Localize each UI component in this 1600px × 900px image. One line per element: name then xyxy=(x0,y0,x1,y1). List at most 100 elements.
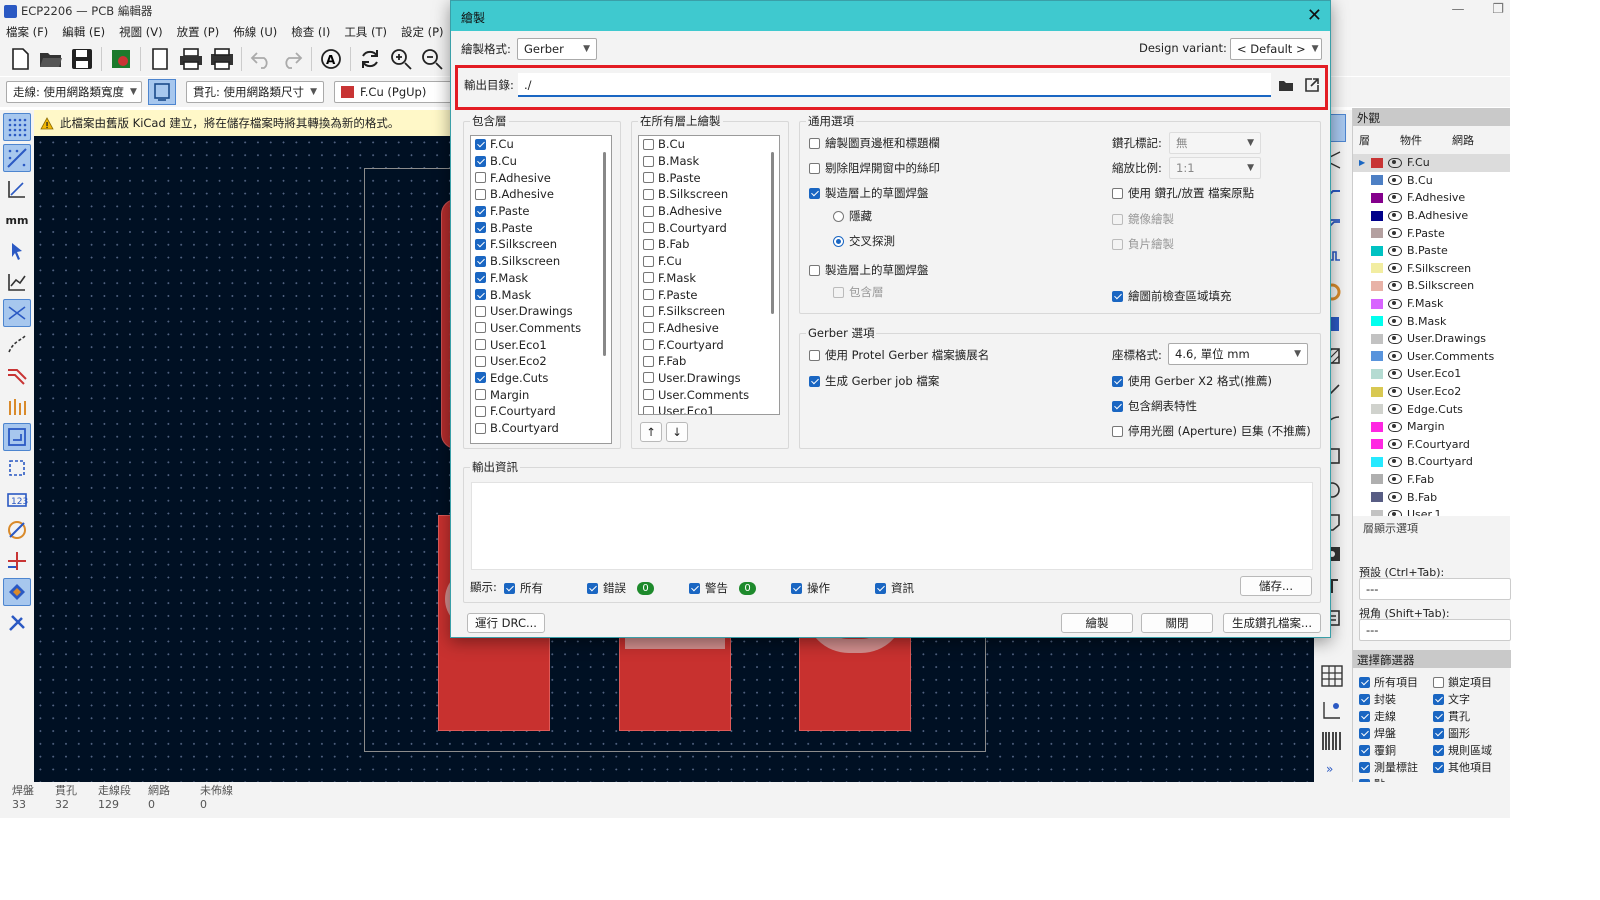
drill-marks-select[interactable]: 無 ▼ xyxy=(1169,132,1261,154)
plot-button[interactable]: 繪製 xyxy=(1061,613,1133,633)
eye-icon[interactable] xyxy=(1388,456,1402,467)
filter-checkbox[interactable] xyxy=(1433,744,1444,756)
gerber-job-option[interactable]: 生成 Gerber job 檔案 xyxy=(809,373,939,389)
layer-list-item[interactable]: B.Courtyard xyxy=(639,219,779,236)
crosshair-icon[interactable] xyxy=(3,547,31,575)
layer-row[interactable]: Margin xyxy=(1353,418,1510,436)
filter-errors-checkbox[interactable] xyxy=(587,582,598,594)
filter-warnings-checkbox[interactable] xyxy=(689,582,700,594)
layer-row[interactable]: B.Adhesive xyxy=(1353,207,1510,225)
drill-origin-option[interactable]: 使用 鑽孔/放置 檔案原點 xyxy=(1112,185,1254,201)
layer-color-swatch[interactable] xyxy=(1371,492,1383,503)
all-layers-scrollbar[interactable] xyxy=(767,136,779,414)
layer-color-swatch[interactable] xyxy=(1371,298,1383,309)
menu-file[interactable]: 檔案 (F) xyxy=(6,24,48,40)
layer-color-swatch[interactable] xyxy=(1371,456,1383,467)
layer-list-item[interactable]: F.Adhesive xyxy=(471,169,611,186)
layer-list-item[interactable]: User.Comments xyxy=(471,320,611,337)
filter-checkbox[interactable] xyxy=(1433,676,1444,688)
eye-icon[interactable] xyxy=(1388,316,1402,327)
filter-option[interactable]: 鎖定項目 xyxy=(1433,674,1507,690)
folder-browse-icon[interactable] xyxy=(1274,73,1298,97)
layer-list-item[interactable]: F.Mask xyxy=(639,270,779,287)
eye-icon[interactable] xyxy=(1388,157,1402,168)
layer-list-item[interactable]: F.Mask xyxy=(471,270,611,287)
layer-list-item[interactable]: User.Drawings xyxy=(471,303,611,320)
layer-checkbox[interactable] xyxy=(643,389,654,401)
crossprobe-radio[interactable] xyxy=(833,235,844,247)
layer-row[interactable]: F.Adhesive xyxy=(1353,189,1510,207)
layer-checkbox[interactable] xyxy=(643,372,654,384)
filter-warnings-option[interactable]: 警告 0 xyxy=(689,580,756,596)
polar-coords-icon[interactable] xyxy=(3,175,31,203)
filter-infos-checkbox[interactable] xyxy=(875,582,886,594)
barcode-icon[interactable] xyxy=(1320,730,1344,752)
include-layers-checkbox[interactable] xyxy=(833,286,844,298)
find-icon[interactable]: A xyxy=(317,45,345,73)
new-board-icon[interactable] xyxy=(6,45,34,73)
layer-row[interactable]: B.Paste xyxy=(1353,242,1510,260)
layer-color-swatch[interactable] xyxy=(1371,404,1383,415)
eye-icon[interactable] xyxy=(1388,474,1402,485)
layer-row[interactable]: User.Comments xyxy=(1353,348,1510,366)
layer-checkbox[interactable] xyxy=(643,205,654,217)
layer-checkbox[interactable] xyxy=(643,322,654,334)
plot-frame-checkbox[interactable] xyxy=(809,137,820,149)
layer-row[interactable]: B.Courtyard xyxy=(1353,453,1510,471)
open-external-icon[interactable] xyxy=(1300,73,1324,97)
layer-list-item[interactable]: F.Cu xyxy=(471,136,611,153)
undo-icon[interactable] xyxy=(247,45,275,73)
layer-checkbox[interactable] xyxy=(475,405,486,417)
minimize-icon[interactable]: — xyxy=(1450,2,1466,18)
layer-list-item[interactable]: B.Paste xyxy=(471,219,611,236)
x2-format-option[interactable]: 使用 Gerber X2 格式(推薦) xyxy=(1112,373,1272,389)
layer-list-item[interactable]: F.Courtyard xyxy=(639,336,779,353)
layer-list-item[interactable]: Edge.Cuts xyxy=(471,370,611,387)
open-folder-icon[interactable] xyxy=(37,45,65,73)
eye-icon[interactable] xyxy=(1388,333,1402,344)
filter-option[interactable]: 規則區域 xyxy=(1433,742,1507,758)
filter-infos-option[interactable]: 資訊 xyxy=(875,580,914,596)
eye-icon[interactable] xyxy=(1388,351,1402,362)
layer-row[interactable]: B.Cu xyxy=(1353,172,1510,190)
layer-checkbox[interactable] xyxy=(643,305,654,317)
layer-checkbox[interactable] xyxy=(643,155,654,167)
subtract-mask-checkbox[interactable] xyxy=(809,162,820,174)
close-icon[interactable]: ✕ xyxy=(1307,5,1322,26)
tools-icon[interactable] xyxy=(3,609,31,637)
filter-option[interactable]: 焊盤 xyxy=(1359,725,1433,741)
filter-all-option[interactable]: 所有 xyxy=(504,580,543,596)
layer-row[interactable]: B.Fab xyxy=(1353,488,1510,506)
filter-actions-checkbox[interactable] xyxy=(791,582,802,594)
layer-checkbox[interactable] xyxy=(643,172,654,184)
highlight-net-icon[interactable] xyxy=(3,423,31,451)
close-button[interactable]: 關閉 xyxy=(1141,613,1213,633)
save-icon[interactable] xyxy=(68,45,96,73)
layer-checkbox[interactable] xyxy=(643,138,654,150)
layer-color-swatch[interactable] xyxy=(1371,157,1383,168)
menu-route[interactable]: 佈線 (U) xyxy=(233,24,277,40)
layer-checkbox[interactable] xyxy=(475,255,486,267)
eye-icon[interactable] xyxy=(1388,175,1402,186)
layer-color-swatch[interactable] xyxy=(1371,192,1383,203)
eye-icon[interactable] xyxy=(1388,280,1402,291)
coord-format-select[interactable]: 4.6, 單位 mm ▼ xyxy=(1168,343,1308,365)
layer-color-swatch[interactable] xyxy=(1371,228,1383,239)
sketch-pads-option[interactable]: 製造層上的草圖焊盤 xyxy=(809,185,929,201)
save-messages-button[interactable]: 儲存... xyxy=(1240,576,1312,596)
x2-format-checkbox[interactable] xyxy=(1112,375,1123,387)
layer-checkbox[interactable] xyxy=(475,372,486,384)
include-layers-scrollbar[interactable] xyxy=(599,136,611,443)
negative-option[interactable]: 負片繪製 xyxy=(1112,236,1174,252)
sketch-pads2-option[interactable]: 製造層上的草圖焊盤 xyxy=(809,262,929,278)
filter-checkbox[interactable] xyxy=(1359,676,1370,688)
layer-color-swatch[interactable] xyxy=(1371,210,1383,221)
layer-checkbox[interactable] xyxy=(475,355,486,367)
layer-list-item[interactable]: B.Mask xyxy=(639,153,779,170)
filter-checkbox[interactable] xyxy=(1433,710,1444,722)
hidden-radio[interactable] xyxy=(833,210,844,222)
layer-checkbox[interactable] xyxy=(475,222,486,234)
layer-checkbox[interactable] xyxy=(475,289,486,301)
sketch-pads-checkbox[interactable] xyxy=(809,187,820,199)
move-down-button[interactable]: ↓ xyxy=(666,422,688,442)
